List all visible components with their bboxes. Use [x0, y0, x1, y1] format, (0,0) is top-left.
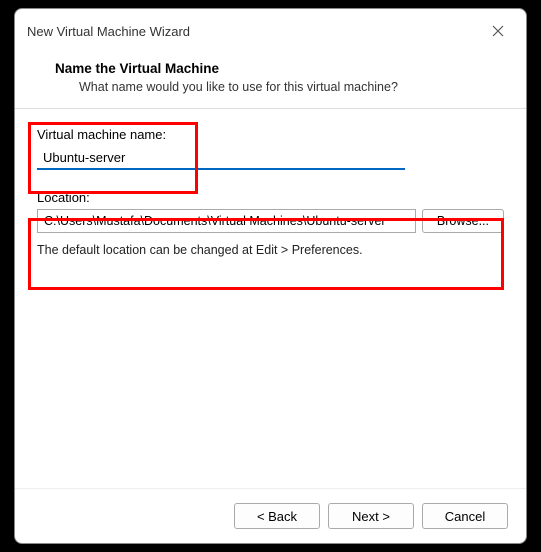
- wizard-footer: < Back Next > Cancel: [15, 488, 526, 543]
- back-button[interactable]: < Back: [234, 503, 320, 529]
- browse-button[interactable]: Browse...: [422, 209, 504, 233]
- wizard-header: Name the Virtual Machine What name would…: [15, 53, 526, 109]
- vm-name-label: Virtual machine name:: [37, 127, 504, 142]
- location-row: Browse...: [37, 209, 504, 233]
- wizard-dialog: New Virtual Machine Wizard Name the Virt…: [14, 8, 527, 544]
- location-input[interactable]: [37, 209, 416, 233]
- wizard-content: Virtual machine name: Location: Browse..…: [15, 109, 526, 488]
- page-title: Name the Virtual Machine: [55, 61, 502, 76]
- next-button[interactable]: Next >: [328, 503, 414, 529]
- titlebar: New Virtual Machine Wizard: [15, 9, 526, 53]
- cancel-button[interactable]: Cancel: [422, 503, 508, 529]
- close-icon: [492, 25, 504, 37]
- location-label: Location:: [37, 190, 504, 205]
- page-subtitle: What name would you like to use for this…: [55, 80, 502, 94]
- close-button[interactable]: [482, 17, 514, 45]
- vm-name-input[interactable]: [37, 146, 405, 170]
- location-hint: The default location can be changed at E…: [37, 243, 504, 257]
- window-title: New Virtual Machine Wizard: [27, 24, 190, 39]
